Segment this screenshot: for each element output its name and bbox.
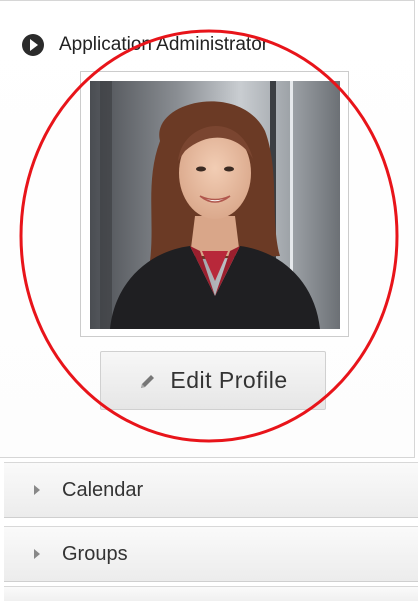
accordion-label: Groups xyxy=(62,542,128,565)
chevron-right-icon xyxy=(34,549,40,559)
accordion-item-groups[interactable]: Groups xyxy=(4,526,418,582)
highlight-circle xyxy=(19,29,399,443)
accordion-label: Calendar xyxy=(62,478,144,501)
chevron-right-icon xyxy=(34,485,40,495)
accordion-item-calendar[interactable]: Calendar xyxy=(4,462,418,518)
accordion-item-partial[interactable] xyxy=(4,586,418,601)
